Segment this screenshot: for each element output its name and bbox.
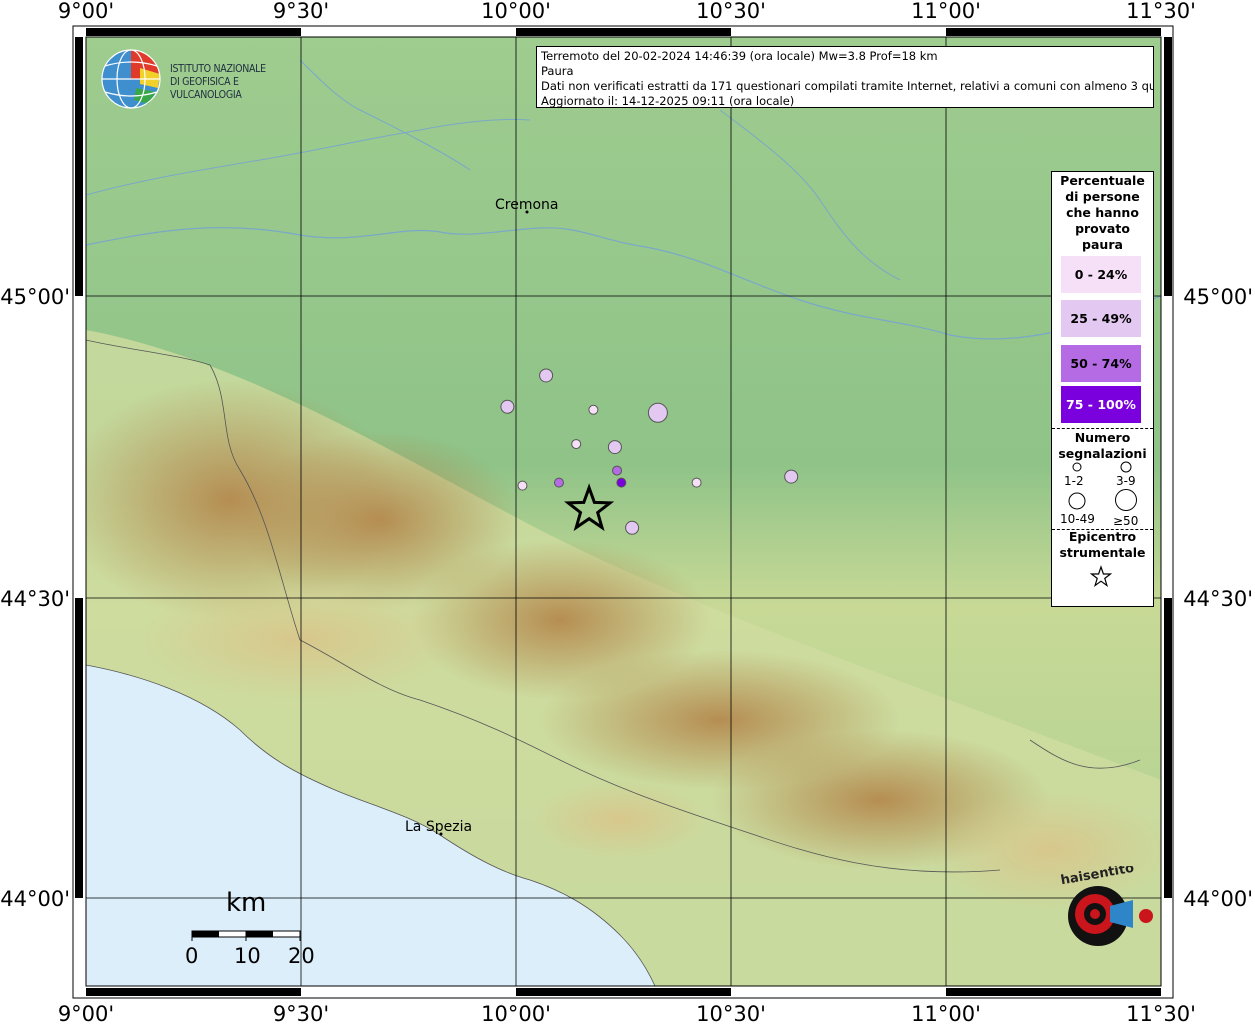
observation-point <box>616 477 627 488</box>
observation-point <box>612 465 623 476</box>
lon-label-bottom-2: 10°00' <box>481 1002 551 1024</box>
epicenter-legend-title: Epicentro strumentale <box>1052 529 1153 561</box>
ingv-logo: ISTITUTO NAZIONALE DI GEOFISICA E VULCAN… <box>100 48 310 110</box>
lat-label-left-0: 45°00' <box>0 285 70 309</box>
lon-label-top-2: 10°00' <box>481 0 551 23</box>
data-disclaimer: Dati non verificati estratti da 171 ques… <box>541 79 1154 93</box>
city-label-la-spezia: La Spezia <box>405 819 473 835</box>
legend-separator <box>1052 428 1153 429</box>
observation-point <box>500 399 515 414</box>
lon-label-bottom-4: 11°00' <box>911 1002 981 1024</box>
lon-label-top-5: 11°30' <box>1126 0 1196 23</box>
observation-point <box>784 469 799 484</box>
legend-title-line: paura <box>1082 237 1123 252</box>
lon-label-top-0: 9°00' <box>58 0 114 23</box>
globe-icon <box>101 49 161 109</box>
observation-point <box>554 477 564 488</box>
count-class-10-49: 10-49 <box>1060 512 1095 526</box>
lon-label-bottom-5: 11°30' <box>1126 1002 1196 1024</box>
star-icon <box>1089 565 1113 588</box>
lat-label-right-2: 44°00' <box>1183 887 1253 911</box>
lon-label-bottom-0: 9°00' <box>58 1002 114 1024</box>
epicenter-title-line: Epicentro <box>1068 529 1137 544</box>
observation-point <box>647 402 668 423</box>
count-title-line: Numero <box>1074 430 1131 445</box>
scale-tick-20: 20 <box>288 944 315 968</box>
lon-label-bottom-3: 10°30' <box>696 1002 766 1024</box>
legend-title-line: provato <box>1075 221 1130 236</box>
updated-timestamp: Aggiornato il: 14-12-2025 09:11 (ora loc… <box>541 94 795 108</box>
scale-tick-0: 0 <box>185 944 199 968</box>
institute-name-line1: ISTITUTO NAZIONALE <box>170 63 266 75</box>
epicenter-title-line: strumentale <box>1059 545 1146 560</box>
legend: Percentuale di persone che hanno provato… <box>1051 171 1154 607</box>
count-class-1-2: 1-2 <box>1064 474 1084 488</box>
legend-class-50-74: 50 - 74% <box>1061 345 1141 382</box>
observation-point <box>625 520 640 535</box>
institute-name-line2: DI GEOFISICA E VULCANOLOGIA <box>170 76 242 101</box>
legend-title-line: che hanno <box>1066 205 1139 220</box>
haisentito-logo: haisentito <box>1060 866 1153 946</box>
terrain <box>86 37 1161 986</box>
legend-class-75-100: 75 - 100% <box>1061 386 1141 423</box>
lon-label-top-1: 9°30' <box>273 0 329 23</box>
legend-class-25-49: 25 - 49% <box>1061 300 1141 337</box>
legend-class-0-24: 0 - 24% <box>1061 256 1141 293</box>
event-info-box: Terremoto del 20-02-2024 14:46:39 (ora l… <box>536 46 1154 108</box>
count-class-50plus: ≥50 <box>1113 514 1139 528</box>
count-class-3-9: 3-9 <box>1116 474 1136 488</box>
lat-label-left-2: 44°00' <box>0 887 70 911</box>
lat-label-right-0: 45°00' <box>1183 285 1253 309</box>
lon-label-top-3: 10°30' <box>696 0 766 23</box>
observation-point <box>588 404 599 415</box>
scale-unit: km <box>226 888 267 918</box>
observation-point <box>691 477 702 488</box>
city-label-cremona: Cremona <box>495 197 559 213</box>
svg-text:haisentito: haisentito <box>1060 866 1136 888</box>
lat-label-left-1: 44°30' <box>0 587 70 611</box>
observation-point <box>517 480 528 491</box>
count-symbols <box>1068 461 1137 511</box>
lon-label-bottom-1: 9°30' <box>273 1002 329 1024</box>
observation-point <box>539 368 554 383</box>
observation-point <box>571 439 582 450</box>
event-title: Terremoto del 20-02-2024 14:46:39 (ora l… <box>541 49 938 63</box>
lat-label-right-1: 44°30' <box>1183 587 1253 611</box>
legend-title-line: Percentuale <box>1060 173 1145 188</box>
observation-point <box>607 440 622 455</box>
lon-label-top-4: 11°00' <box>911 0 981 23</box>
map-subject: Paura <box>541 64 574 78</box>
legend-title: Percentuale di persone che hanno provato… <box>1052 172 1153 253</box>
legend-title-line: di persone <box>1065 189 1140 204</box>
scale-tick-10: 10 <box>234 944 261 968</box>
